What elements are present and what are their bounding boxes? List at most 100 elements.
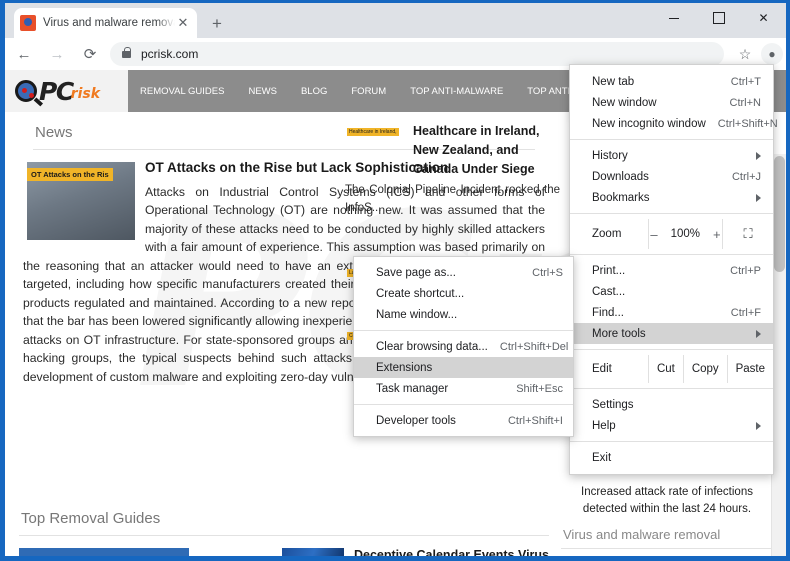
menu-item-downloads[interactable]: Downloads Ctrl+J bbox=[570, 166, 773, 187]
mid-article-thumbnail[interactable]: Healthcare in Ireland, bbox=[347, 126, 405, 178]
close-window-button[interactable]: ✕ bbox=[741, 3, 786, 33]
menu-item-accelerator: Ctrl+Shift+I bbox=[508, 415, 563, 427]
menu-item-label: Downloads bbox=[592, 171, 720, 183]
menu-item-label: Save page as... bbox=[376, 267, 520, 279]
profile-avatar-icon[interactable]: ● bbox=[761, 43, 783, 65]
fullscreen-button[interactable]: ⛶ bbox=[723, 226, 773, 242]
menu-item-new-window[interactable]: New window Ctrl+N bbox=[570, 92, 773, 113]
magnifier-icon bbox=[15, 80, 37, 102]
menu-separator bbox=[570, 349, 773, 350]
menu-item-cast[interactable]: Cast... bbox=[570, 281, 773, 302]
menu-separator bbox=[354, 404, 573, 405]
menu-item-label: Exit bbox=[592, 452, 761, 464]
zoom-row: Zoom – 100% + ⛶ bbox=[570, 219, 773, 249]
nav-item-news[interactable]: NEWS bbox=[236, 86, 289, 97]
thumbnail-caption: Healthcare in Ireland, bbox=[347, 128, 399, 136]
menu-item-task-manager[interactable]: Task manager Shift+Esc bbox=[354, 378, 573, 399]
chevron-right-icon bbox=[756, 422, 761, 430]
new-tab-button[interactable]: + bbox=[206, 13, 228, 35]
scrollbar-thumb[interactable] bbox=[774, 156, 785, 272]
menu-item-label: Task manager bbox=[376, 383, 504, 395]
title-bar: Virus and malware removal instru ✕ + ✕ bbox=[5, 3, 786, 38]
menu-item-label: New incognito window bbox=[592, 118, 706, 130]
zoom-value: 100% bbox=[671, 228, 700, 240]
menu-separator bbox=[570, 441, 773, 442]
pcrisk-logo[interactable]: PC risk bbox=[15, 74, 115, 108]
guide-row: Deceptive Calendar Events Virus bbox=[19, 548, 549, 556]
menu-item-more-tools[interactable]: More tools bbox=[570, 323, 773, 344]
article-thumbnail[interactable]: OT Attacks on the Ris bbox=[27, 162, 135, 240]
logo-dot-red-2 bbox=[29, 93, 34, 98]
menu-item-accelerator: Ctrl+P bbox=[730, 265, 761, 277]
menu-item-settings[interactable]: Settings bbox=[570, 394, 773, 415]
pcrisk-favicon bbox=[20, 15, 36, 31]
reload-icon[interactable]: ⟳ bbox=[76, 40, 104, 68]
menu-item-history[interactable]: History bbox=[570, 145, 773, 166]
edit-label: Edit bbox=[570, 363, 648, 375]
more-tools-submenu: Save page as... Ctrl+S Create shortcut..… bbox=[353, 256, 574, 437]
chevron-right-icon bbox=[756, 152, 761, 160]
menu-item-name-window[interactable]: Name window... bbox=[354, 304, 573, 325]
logo-text-risk: risk bbox=[71, 86, 100, 102]
forward-icon[interactable]: → bbox=[43, 40, 71, 68]
zoom-out-button[interactable]: – bbox=[650, 227, 657, 242]
copy-button[interactable]: Copy bbox=[683, 355, 727, 383]
back-icon[interactable]: ← bbox=[10, 40, 38, 68]
menu-item-help[interactable]: Help bbox=[570, 415, 773, 436]
guide-thumbnail[interactable] bbox=[282, 548, 344, 556]
menu-item-label: Developer tools bbox=[376, 415, 496, 427]
menu-item-create-shortcut[interactable]: Create shortcut... bbox=[354, 283, 573, 304]
address-bar-url: pcrisk.com bbox=[141, 47, 198, 61]
menu-separator bbox=[570, 254, 773, 255]
menu-item-developer-tools[interactable]: Developer tools Ctrl+Shift+I bbox=[354, 410, 573, 431]
browser-tab[interactable]: Virus and malware removal instru ✕ bbox=[14, 8, 197, 38]
menu-item-accelerator: Ctrl+J bbox=[732, 171, 761, 183]
menu-item-clear-browsing-data[interactable]: Clear browsing data... Ctrl+Shift+Del bbox=[354, 336, 573, 357]
minimize-window-button[interactable] bbox=[651, 3, 696, 33]
lock-icon bbox=[122, 51, 131, 58]
menu-item-accelerator: Ctrl+Shift+N bbox=[718, 118, 778, 130]
logo-text-pc: PC bbox=[39, 77, 73, 106]
paste-button[interactable]: Paste bbox=[727, 355, 773, 383]
menu-item-label: Print... bbox=[592, 265, 718, 277]
nav-item-removal-guides[interactable]: REMOVAL GUIDES bbox=[128, 86, 236, 97]
mid-article-body: The Colonial Pipeline Incident rocked th… bbox=[345, 182, 560, 217]
menu-item-label: More tools bbox=[592, 328, 748, 340]
close-tab-icon[interactable]: ✕ bbox=[175, 15, 191, 31]
guide-placeholder-bar bbox=[19, 548, 189, 556]
mid-article-1: Healthcare in Ireland, Healthcare in Ire… bbox=[345, 118, 560, 217]
menu-separator bbox=[570, 388, 773, 389]
zoom-controls: – 100% + bbox=[648, 219, 723, 249]
menu-item-accelerator: Ctrl+S bbox=[532, 267, 563, 279]
nav-item-top-anti-malware[interactable]: TOP ANTI-MALWARE bbox=[398, 86, 515, 97]
menu-item-find[interactable]: Find... Ctrl+F bbox=[570, 302, 773, 323]
menu-item-accelerator: Ctrl+F bbox=[731, 307, 761, 319]
menu-item-label: Find... bbox=[592, 307, 719, 319]
cut-button[interactable]: Cut bbox=[648, 355, 683, 383]
menu-item-bookmarks[interactable]: Bookmarks bbox=[570, 187, 773, 208]
menu-item-print[interactable]: Print... Ctrl+P bbox=[570, 260, 773, 281]
menu-item-label: Bookmarks bbox=[592, 192, 748, 204]
thumbnail-caption: OT Attacks on the Ris bbox=[27, 168, 113, 181]
zoom-in-button[interactable]: + bbox=[713, 227, 721, 242]
maximize-window-button[interactable] bbox=[696, 3, 741, 33]
address-bar[interactable]: pcrisk.com bbox=[110, 42, 724, 66]
menu-item-label: New tab bbox=[592, 76, 719, 88]
menu-item-save-page-as[interactable]: Save page as... Ctrl+S bbox=[354, 262, 573, 283]
nav-item-forum[interactable]: FORUM bbox=[339, 86, 398, 97]
menu-item-accelerator: Shift+Esc bbox=[516, 383, 563, 395]
menu-item-new-incognito-window[interactable]: New incognito window Ctrl+Shift+N bbox=[570, 113, 773, 134]
tab-title: Virus and malware removal instru bbox=[43, 17, 175, 29]
chrome-main-menu: New tab Ctrl+T New window Ctrl+N New inc… bbox=[569, 64, 774, 475]
nav-item-blog[interactable]: BLOG bbox=[289, 86, 339, 97]
guide-title[interactable]: Deceptive Calendar Events Virus bbox=[354, 548, 549, 556]
menu-item-new-tab[interactable]: New tab Ctrl+T bbox=[570, 71, 773, 92]
menu-item-label: New window bbox=[592, 97, 718, 109]
menu-separator bbox=[354, 330, 573, 331]
browser-window: Virus and malware removal instru ✕ + ✕ ←… bbox=[0, 0, 790, 561]
menu-item-exit[interactable]: Exit bbox=[570, 447, 773, 468]
menu-item-extensions[interactable]: Extensions bbox=[354, 357, 573, 378]
menu-separator bbox=[570, 139, 773, 140]
top-removal-guides-section: Top Removal Guides Deceptive Calendar Ev… bbox=[19, 500, 549, 556]
menu-item-label: Name window... bbox=[376, 309, 551, 321]
